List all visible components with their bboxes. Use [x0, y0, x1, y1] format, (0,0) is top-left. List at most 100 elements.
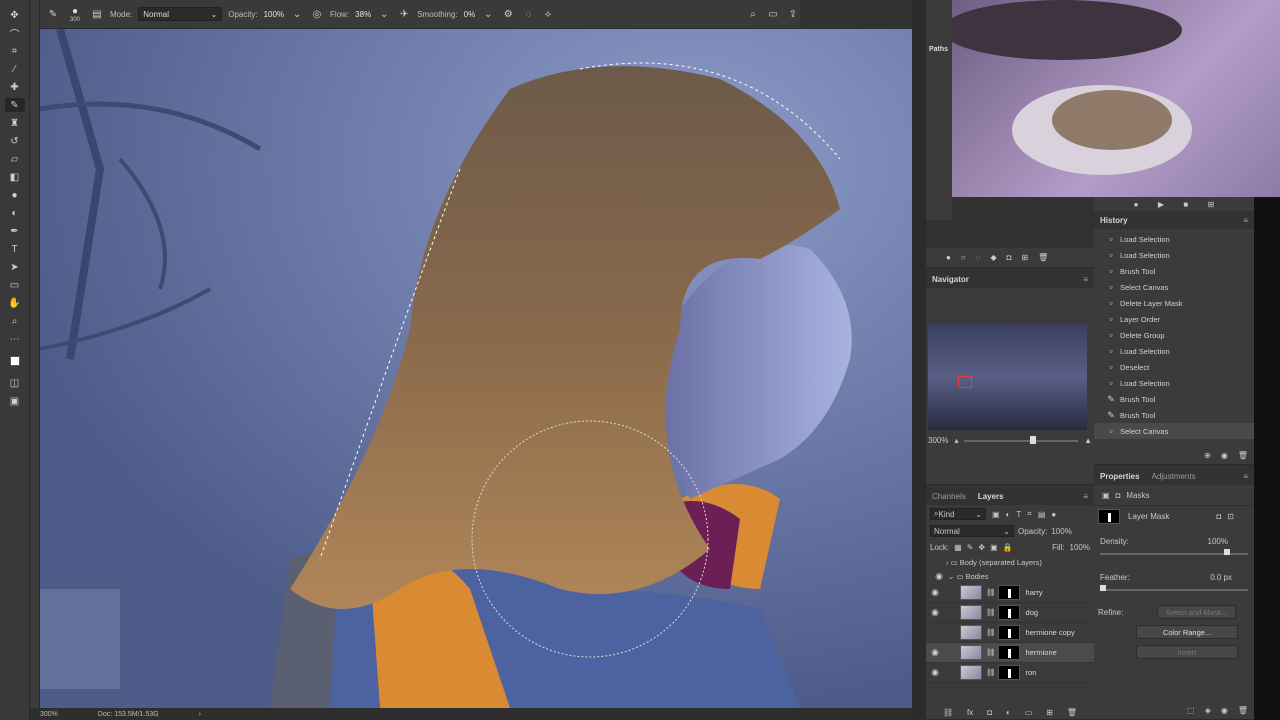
history-item[interactable]: ✎ Brush Tool	[1094, 391, 1254, 407]
lock-all-icon[interactable]: 🔒	[1003, 543, 1013, 552]
pressure-opacity-icon[interactable]: ◎	[310, 7, 324, 21]
layer-thumbnail[interactable]	[960, 665, 982, 680]
share-icon[interactable]: ⇪	[786, 7, 800, 21]
chevron-down-icon[interactable]: ⌄	[948, 572, 954, 581]
dashed-circle-icon[interactable]: ◌	[976, 253, 981, 262]
layer-row[interactable]: ◉ ⛓ ron	[926, 663, 1094, 683]
play-icon[interactable]: ▶	[1158, 200, 1164, 209]
symmetry-icon[interactable]: ⟡	[541, 7, 555, 21]
layer-thumbnail[interactable]	[960, 605, 982, 620]
load-channel-icon[interactable]: ●	[946, 253, 951, 262]
workspace-icon[interactable]: ▭	[766, 7, 780, 21]
pixel-mask-icon[interactable]: ▣	[1102, 491, 1110, 500]
fx-icon[interactable]: fx	[967, 708, 973, 717]
visibility-icon[interactable]: ◉	[1221, 706, 1228, 715]
history-item[interactable]: ▫ Select Canvas	[1094, 423, 1254, 439]
record-icon[interactable]: ●	[1134, 200, 1139, 209]
stop-icon[interactable]: ■	[1183, 200, 1188, 209]
history-brush-icon[interactable]: ↺	[5, 134, 25, 148]
tab-properties[interactable]: Properties	[1100, 472, 1140, 481]
history-title[interactable]: History	[1100, 216, 1128, 225]
panel-menu-icon[interactable]: ≡	[1243, 216, 1248, 225]
chevron-down-icon[interactable]: ⌄	[481, 7, 495, 21]
link-icon[interactable]: ⛓	[986, 628, 996, 637]
history-item[interactable]: ▫ Load Selection	[1094, 375, 1254, 391]
tab-layers[interactable]: Layers	[978, 492, 1004, 501]
mask-thumbnail[interactable]	[997, 605, 1020, 620]
tab-channels[interactable]: Channels	[932, 492, 966, 501]
kind-filter-dropdown[interactable]: ⌕ Kind ⌄	[930, 508, 986, 520]
mode-dropdown[interactable]: Normal ⌄	[138, 7, 223, 21]
eye-icon[interactable]: ◉	[926, 587, 944, 598]
save-selection-icon[interactable]: ○	[961, 253, 966, 262]
layer-row[interactable]: ◉ ⛓ dog	[926, 603, 1094, 623]
layer-row[interactable]: ◉ ⛓ harry	[926, 583, 1094, 603]
hand-icon[interactable]: ✋	[5, 296, 25, 310]
feather-slider-thumb[interactable]	[1100, 585, 1106, 591]
filter-pixel-icon[interactable]: ▣	[992, 510, 1000, 519]
history-item[interactable]: ▫ Layer Order	[1094, 311, 1254, 327]
history-item[interactable]: ▫ Brush Tool	[1094, 263, 1254, 279]
flow-input[interactable]: 38%	[355, 10, 371, 19]
new-group-icon[interactable]: ▭	[1025, 708, 1033, 717]
chevron-down-icon[interactable]: ⌄	[377, 7, 391, 21]
invert-button[interactable]: Invert	[1136, 645, 1238, 659]
history-item[interactable]: ▫ Load Selection	[1094, 343, 1254, 359]
paths-tab[interactable]: Paths	[929, 46, 952, 53]
trash-icon[interactable]: 🗑	[1067, 708, 1077, 717]
zoom-slider-thumb[interactable]	[1030, 435, 1037, 444]
chevron-right-icon[interactable]: ›	[199, 711, 201, 718]
history-item[interactable]: ▫ Delete Layer Mask	[1094, 295, 1254, 311]
airbrush-icon[interactable]: ✈	[397, 7, 411, 21]
zoom-slider[interactable]	[964, 435, 1079, 444]
mask-thumbnail[interactable]	[997, 625, 1020, 640]
filter-type-icon[interactable]: T	[1016, 510, 1021, 519]
group-row[interactable]: ◉ ⌄ ▭ Bodies	[926, 569, 1094, 583]
history-item[interactable]: ▫ Select Canvas	[1094, 279, 1254, 295]
trash-icon[interactable]: 🗑	[1038, 253, 1048, 262]
density-slider-thumb[interactable]	[1224, 549, 1230, 555]
density-input[interactable]: 100%	[1208, 537, 1228, 546]
load-selection-icon[interactable]: ⬚	[1187, 706, 1195, 715]
new-channel-icon[interactable]: ⊞	[1021, 253, 1028, 262]
mask-thumbnail[interactable]	[997, 585, 1020, 600]
move-icon[interactable]: ✥	[5, 8, 25, 22]
color-range-button[interactable]: Color Range...	[1136, 625, 1238, 639]
rectangle-icon[interactable]: ▭	[5, 278, 25, 292]
pressure-size-icon[interactable]: ◌	[521, 7, 535, 21]
camera-icon[interactable]: ◉	[1221, 451, 1228, 460]
link-icon[interactable]: ⛓	[943, 708, 953, 717]
blur-icon[interactable]: ●	[5, 188, 25, 202]
link-icon[interactable]: ⛓	[986, 588, 996, 597]
diamond-icon[interactable]: ◆	[990, 253, 996, 262]
healing-icon[interactable]: ✚	[5, 80, 25, 94]
brush-settings-icon[interactable]: ▤	[90, 7, 104, 21]
lock-position-icon[interactable]: ✥	[978, 543, 985, 552]
more-icon[interactable]: ⋯	[5, 332, 25, 346]
new-document-icon[interactable]: ⊕	[1204, 451, 1211, 460]
foreground-color-swatch[interactable]	[9, 356, 20, 366]
navigator-zoom-value[interactable]: 300%	[928, 436, 948, 445]
fill-input[interactable]: 100%	[1070, 543, 1090, 552]
zoom-in-icon[interactable]: ▲	[1084, 436, 1092, 445]
new-icon[interactable]: ⊞	[1208, 200, 1215, 209]
zoom-out-icon[interactable]: ▴	[954, 436, 958, 445]
filter-toggle-icon[interactable]: ●	[1051, 510, 1056, 519]
screen-mode-icon[interactable]: ▣	[5, 394, 25, 408]
link-icon[interactable]: ⛓	[986, 608, 996, 617]
search-icon[interactable]: ⌕	[746, 7, 760, 21]
layer-row[interactable]: ⛓ hermione copy	[926, 623, 1094, 643]
brush-size-picker[interactable]: ● 300	[66, 6, 84, 23]
opacity-input[interactable]: 100%	[264, 10, 284, 19]
filter-shape-icon[interactable]: ⌗	[1027, 509, 1032, 519]
new-layer-icon[interactable]: ⊞	[1046, 708, 1053, 717]
panel-menu-icon[interactable]: ≡	[1083, 492, 1088, 501]
mask-thumbnail[interactable]	[997, 645, 1020, 660]
eye-icon[interactable]: ◉	[926, 667, 944, 678]
eye-icon[interactable]: ◉	[926, 647, 944, 658]
history-item[interactable]: ✎ Brush Tool	[1094, 407, 1254, 423]
density-slider[interactable]	[1100, 549, 1248, 555]
gear-icon[interactable]: ⚙	[501, 7, 515, 21]
navigator-title[interactable]: Navigator	[932, 275, 969, 284]
opacity-input[interactable]: 100%	[1051, 527, 1071, 536]
